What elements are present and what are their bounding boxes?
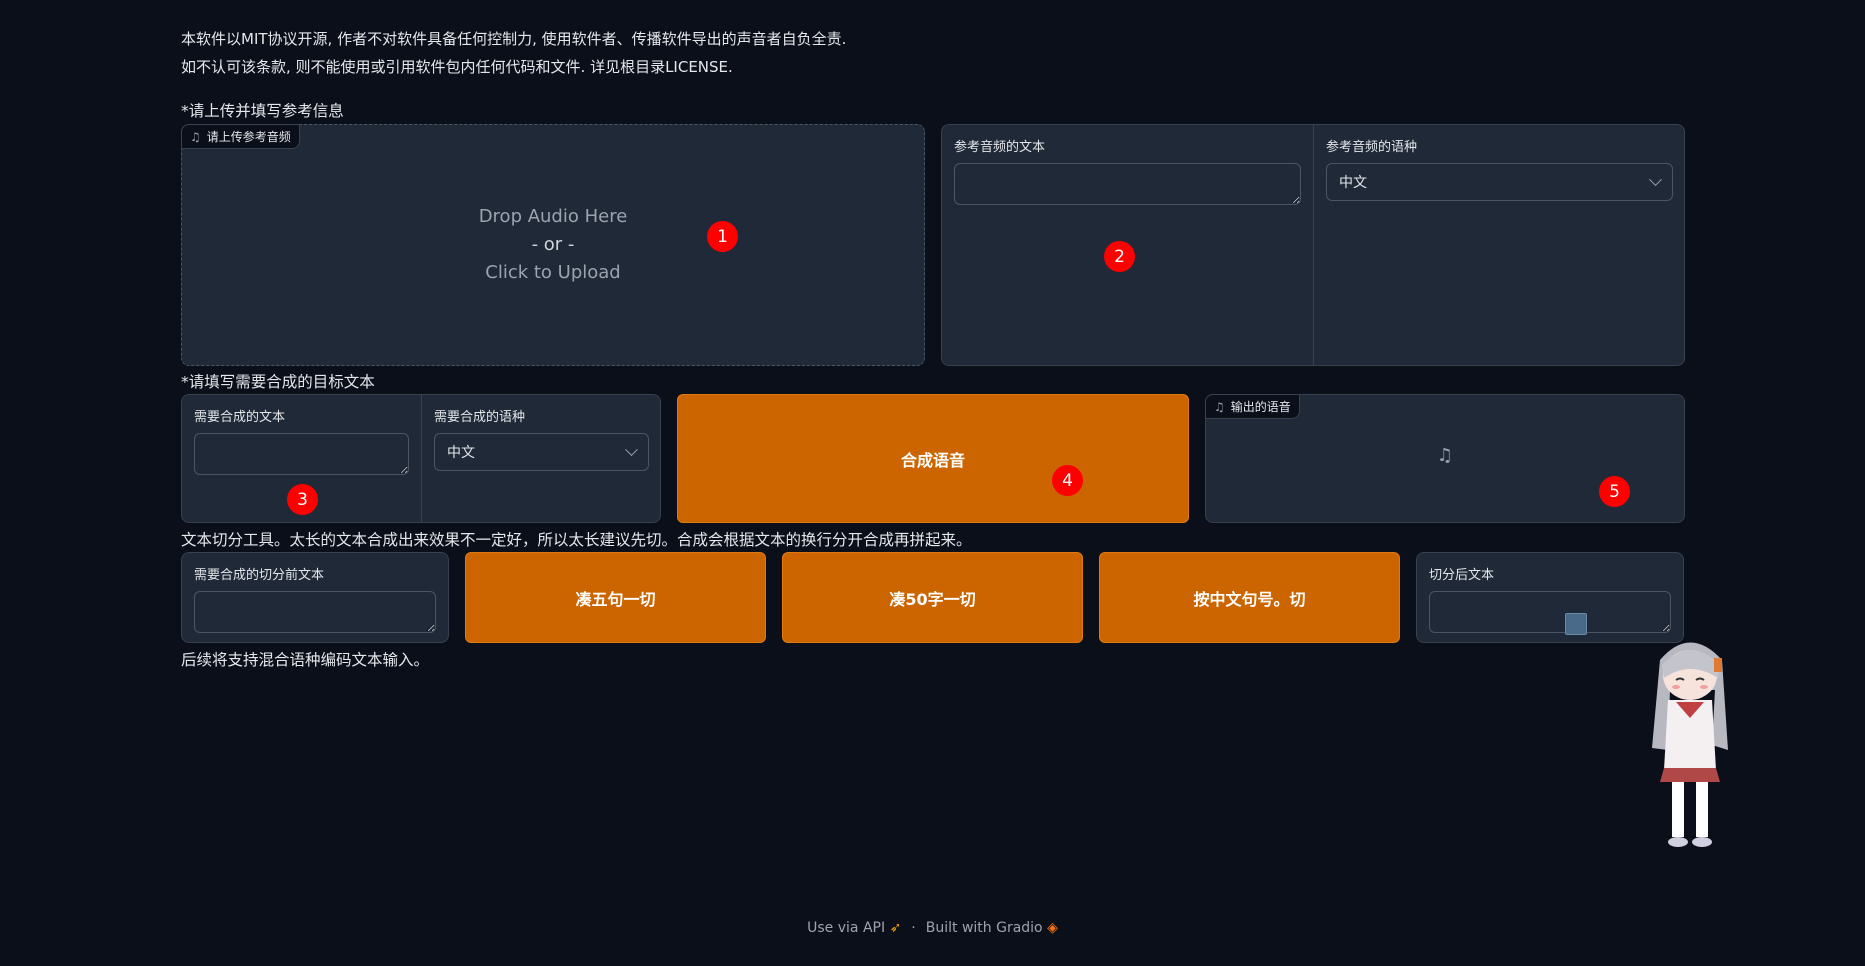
synthesize-button[interactable]: 合成语音 <box>677 394 1189 523</box>
target-section-label: *请填写需要合成的目标文本 <box>181 373 375 391</box>
target-text-input[interactable] <box>194 433 409 475</box>
reference-info-panel: 参考音频的文本 参考音频的语种 中文 <box>941 124 1685 366</box>
split-period-button[interactable]: 按中文句号。切 <box>1099 552 1400 643</box>
output-audio-tag: ♫ 输出的语音 <box>1205 394 1300 419</box>
built-with-gradio-link[interactable]: Built with Gradio ◈ <box>926 920 1058 936</box>
ref-lang-value: 中文 <box>1339 175 1367 191</box>
marker-3: 3 <box>287 484 318 515</box>
footer: Use via API ➶ · Built with Gradio ◈ <box>0 920 1865 936</box>
target-text-label: 需要合成的文本 <box>194 410 286 425</box>
reference-audio-upload[interactable]: ♫ 请上传参考音频 Drop Audio Here - or - Click t… <box>181 124 925 366</box>
chevron-down-icon <box>1649 172 1662 186</box>
ref-text-label: 参考音频的文本 <box>954 140 1046 155</box>
use-via-api-link[interactable]: Use via API ➶ <box>807 920 901 936</box>
target-lang-value: 中文 <box>447 445 475 461</box>
or-text: - or - <box>531 234 575 255</box>
target-panel-divider <box>421 395 422 522</box>
footer-separator: · <box>911 920 916 936</box>
ref-panel-divider <box>1313 125 1314 365</box>
gradio-logo-icon: ◈ <box>1047 920 1058 936</box>
license-notice-line2: 如不认可该条款, 则不能使用或引用软件包内任何代码和文件. 详见根目录LICEN… <box>181 58 733 76</box>
split-output-label: 切分后文本 <box>1429 568 1495 583</box>
marker-5: 5 <box>1599 476 1630 507</box>
audio-placeholder-icon: ♫ <box>1436 445 1454 466</box>
split-input-textbox[interactable] <box>194 591 436 633</box>
marker-1: 1 <box>707 221 738 252</box>
music-note-icon: ♫ <box>1214 399 1225 414</box>
target-text-panel: 需要合成的文本 需要合成的语种 中文 <box>181 394 661 523</box>
ref-lang-label: 参考音频的语种 <box>1326 140 1418 155</box>
target-lang-label: 需要合成的语种 <box>434 410 526 425</box>
rocket-icon: ➶ <box>889 920 902 936</box>
split-tool-description: 文本切分工具。太长的文本合成出来效果不一定好，所以太长建议先切。合成会根据文本的… <box>181 531 972 549</box>
marker-2: 2 <box>1104 241 1135 272</box>
split-five-sentences-button[interactable]: 凑五句一切 <box>465 552 766 643</box>
drop-audio-text: Drop Audio Here <box>478 206 628 227</box>
split-input-panel: 需要合成的切分前文本 <box>181 552 449 643</box>
click-to-upload-text: Click to Upload <box>485 262 621 283</box>
upload-prompt: Drop Audio Here - or - Click to Upload <box>182 125 924 365</box>
target-lang-select[interactable]: 中文 <box>434 433 649 471</box>
mascot-character-image <box>1652 642 1728 847</box>
widget-toggle-icon[interactable] <box>1565 613 1587 635</box>
marker-4: 4 <box>1052 465 1083 496</box>
reference-section-label: *请上传并填写参考信息 <box>181 102 344 120</box>
chevron-down-icon <box>625 442 638 456</box>
output-audio-tag-label: 输出的语音 <box>1230 400 1291 414</box>
license-notice-line1: 本软件以MIT协议开源, 作者不对软件具备任何控制力, 使用软件者、传播软件导出… <box>181 30 847 48</box>
split-footnote: 后续将支持混合语种编码文本输入。 <box>181 651 430 669</box>
ref-text-input[interactable] <box>954 163 1301 205</box>
split-output-textbox[interactable] <box>1429 591 1671 633</box>
split-input-label: 需要合成的切分前文本 <box>194 568 325 583</box>
split-fifty-chars-button[interactable]: 凑50字一切 <box>782 552 1083 643</box>
ref-lang-select[interactable]: 中文 <box>1326 163 1673 201</box>
